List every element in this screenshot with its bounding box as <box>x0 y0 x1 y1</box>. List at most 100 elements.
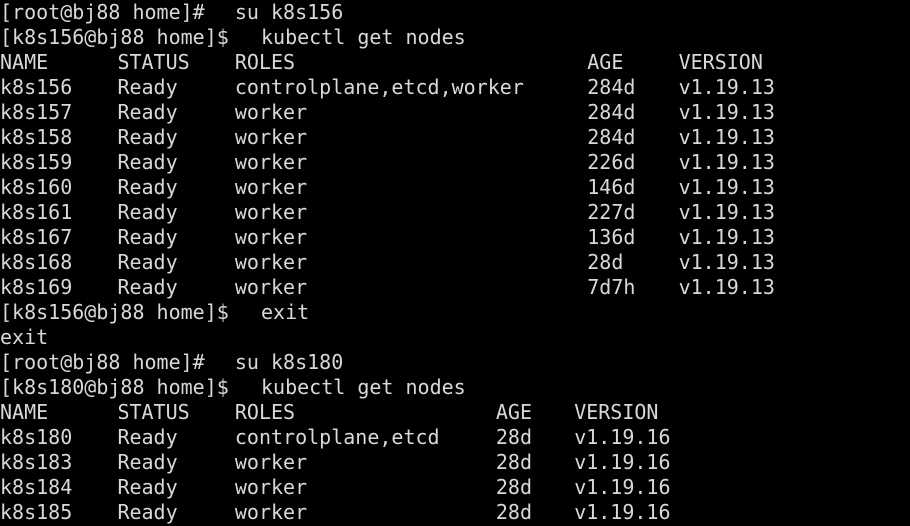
terminal-prompt-line: [k8s156@bj88 home]$ exit <box>0 300 910 325</box>
node-table-row: k8s160 Ready worker 146d v1.19.13 <box>0 175 910 200</box>
column-header-status: STATUS <box>117 50 190 74</box>
node-age: 284d <box>587 125 636 149</box>
node-roles: worker <box>234 175 308 199</box>
terminal-output-line: exit <box>0 325 910 350</box>
node-name: k8s159 <box>0 150 73 174</box>
node-status: Ready <box>117 200 178 224</box>
node-status: Ready <box>117 250 178 274</box>
column-header-roles: ROLES <box>234 400 296 424</box>
node-roles: controlplane,etcd,worker <box>234 75 524 99</box>
node-age: 28d <box>495 500 533 524</box>
node-age: 284d <box>587 75 636 99</box>
node-name: k8s160 <box>0 175 73 199</box>
node-roles: worker <box>234 475 308 499</box>
node-version: v1.19.16 <box>574 425 671 449</box>
node-name: k8s168 <box>0 250 73 274</box>
terminal-prompt-line: [k8s180@bj88 home]$ kubectl get nodes <box>0 375 910 400</box>
shell-prompt: [k8s156@bj88 home]$ <box>0 25 229 49</box>
terminal-prompt-line: [k8s156@bj88 home]$ kubectl get nodes <box>0 25 910 50</box>
shell-command: su k8s180 <box>234 350 344 374</box>
node-roles: worker <box>234 450 308 474</box>
node-roles: worker <box>234 250 308 274</box>
node-table-row: k8s159 Ready worker 226d v1.19.13 <box>0 150 910 175</box>
node-roles: worker <box>234 500 308 524</box>
shell-command: su k8s156 <box>234 0 344 24</box>
node-table-row: k8s184 Ready worker 28d v1.19.16 <box>0 475 910 500</box>
node-table-row: k8s157 Ready worker 284d v1.19.13 <box>0 100 910 125</box>
node-status: Ready <box>117 175 178 199</box>
column-header-version: VERSION <box>678 50 763 74</box>
node-age: 284d <box>587 100 636 124</box>
node-age: 28d <box>587 250 624 274</box>
node-version: v1.19.16 <box>574 450 671 474</box>
node-status: Ready <box>117 150 178 174</box>
node-status: Ready <box>117 425 178 449</box>
node-name: k8s157 <box>0 100 73 124</box>
node-version: v1.19.13 <box>678 225 775 249</box>
node-version: v1.19.13 <box>678 125 775 149</box>
column-header-status: STATUS <box>117 400 190 424</box>
node-table-row: k8s168 Ready worker 28d v1.19.13 <box>0 250 910 275</box>
column-header-name: NAME <box>0 400 49 424</box>
node-name: k8s184 <box>0 475 73 499</box>
node-roles: worker <box>234 100 308 124</box>
node-version: v1.19.13 <box>678 275 775 299</box>
column-header-version: VERSION <box>574 400 659 424</box>
node-version: v1.19.13 <box>678 175 775 199</box>
node-table-row: k8s169 Ready worker 7d7h v1.19.13 <box>0 275 910 300</box>
node-version: v1.19.13 <box>678 150 775 174</box>
node-status: Ready <box>117 75 178 99</box>
node-roles: worker <box>234 150 308 174</box>
node-version: v1.19.13 <box>678 250 775 274</box>
node-age: 146d <box>587 175 636 199</box>
node-table-row: k8s158 Ready worker 284d v1.19.13 <box>0 125 910 150</box>
node-table-row: k8s185 Ready worker 28d v1.19.16 <box>0 500 910 525</box>
column-header-age: AGE <box>495 400 533 424</box>
node-name: k8s183 <box>0 450 73 474</box>
node-age: 28d <box>495 425 533 449</box>
node-roles: worker <box>234 275 308 299</box>
node-age: 226d <box>587 150 636 174</box>
node-table-row: k8s167 Ready worker 136d v1.19.13 <box>0 225 910 250</box>
node-name: k8s180 <box>0 425 73 449</box>
node-table-header-row: NAME STATUS ROLES AGE VERSION <box>0 50 910 75</box>
node-table-row: k8s180 Ready controlplane,etcd 28d v1.19.16 <box>0 425 910 450</box>
node-status: Ready <box>117 500 178 524</box>
column-header-name: NAME <box>0 50 49 74</box>
node-age: 227d <box>587 200 636 224</box>
terminal-screen[interactable]: [root@bj88 home]# su k8s156 [k8s156@bj88 h… <box>0 0 910 526</box>
node-name: k8s185 <box>0 500 73 524</box>
node-status: Ready <box>117 225 178 249</box>
node-name: k8s161 <box>0 200 73 224</box>
shell-prompt: [k8s156@bj88 home]$ <box>0 300 229 324</box>
node-table-header-row: NAME STATUS ROLES AGE VERSION <box>0 400 910 425</box>
node-version: v1.19.13 <box>678 200 775 224</box>
node-version: v1.19.13 <box>678 75 775 99</box>
column-header-roles: ROLES <box>234 50 296 74</box>
node-age: 7d7h <box>587 275 636 299</box>
terminal-prompt-line: [root@bj88 home]# su k8s180 <box>0 350 910 375</box>
terminal-prompt-line: [root@bj88 home]# su k8s156 <box>0 0 910 25</box>
node-table-row: k8s183 Ready worker 28d v1.19.16 <box>0 450 910 475</box>
node-name: k8s156 <box>0 75 73 99</box>
node-status: Ready <box>117 275 178 299</box>
shell-prompt: [k8s180@bj88 home]$ <box>0 375 229 399</box>
shell-prompt: [root@bj88 home]# <box>0 0 205 24</box>
node-name: k8s167 <box>0 225 73 249</box>
node-roles: worker <box>234 225 308 249</box>
node-name: k8s169 <box>0 275 73 299</box>
shell-command: exit <box>261 300 310 324</box>
node-status: Ready <box>117 125 178 149</box>
node-roles: worker <box>234 200 308 224</box>
node-roles: controlplane,etcd <box>234 425 440 449</box>
node-version: v1.19.16 <box>574 500 671 524</box>
node-status: Ready <box>117 475 178 499</box>
shell-command: kubectl get nodes <box>261 375 466 399</box>
node-age: 28d <box>495 450 533 474</box>
output-text: exit <box>0 325 49 349</box>
node-version: v1.19.13 <box>678 100 775 124</box>
node-version: v1.19.16 <box>574 475 671 499</box>
node-age: 28d <box>495 475 533 499</box>
node-status: Ready <box>117 450 178 474</box>
node-status: Ready <box>117 100 178 124</box>
